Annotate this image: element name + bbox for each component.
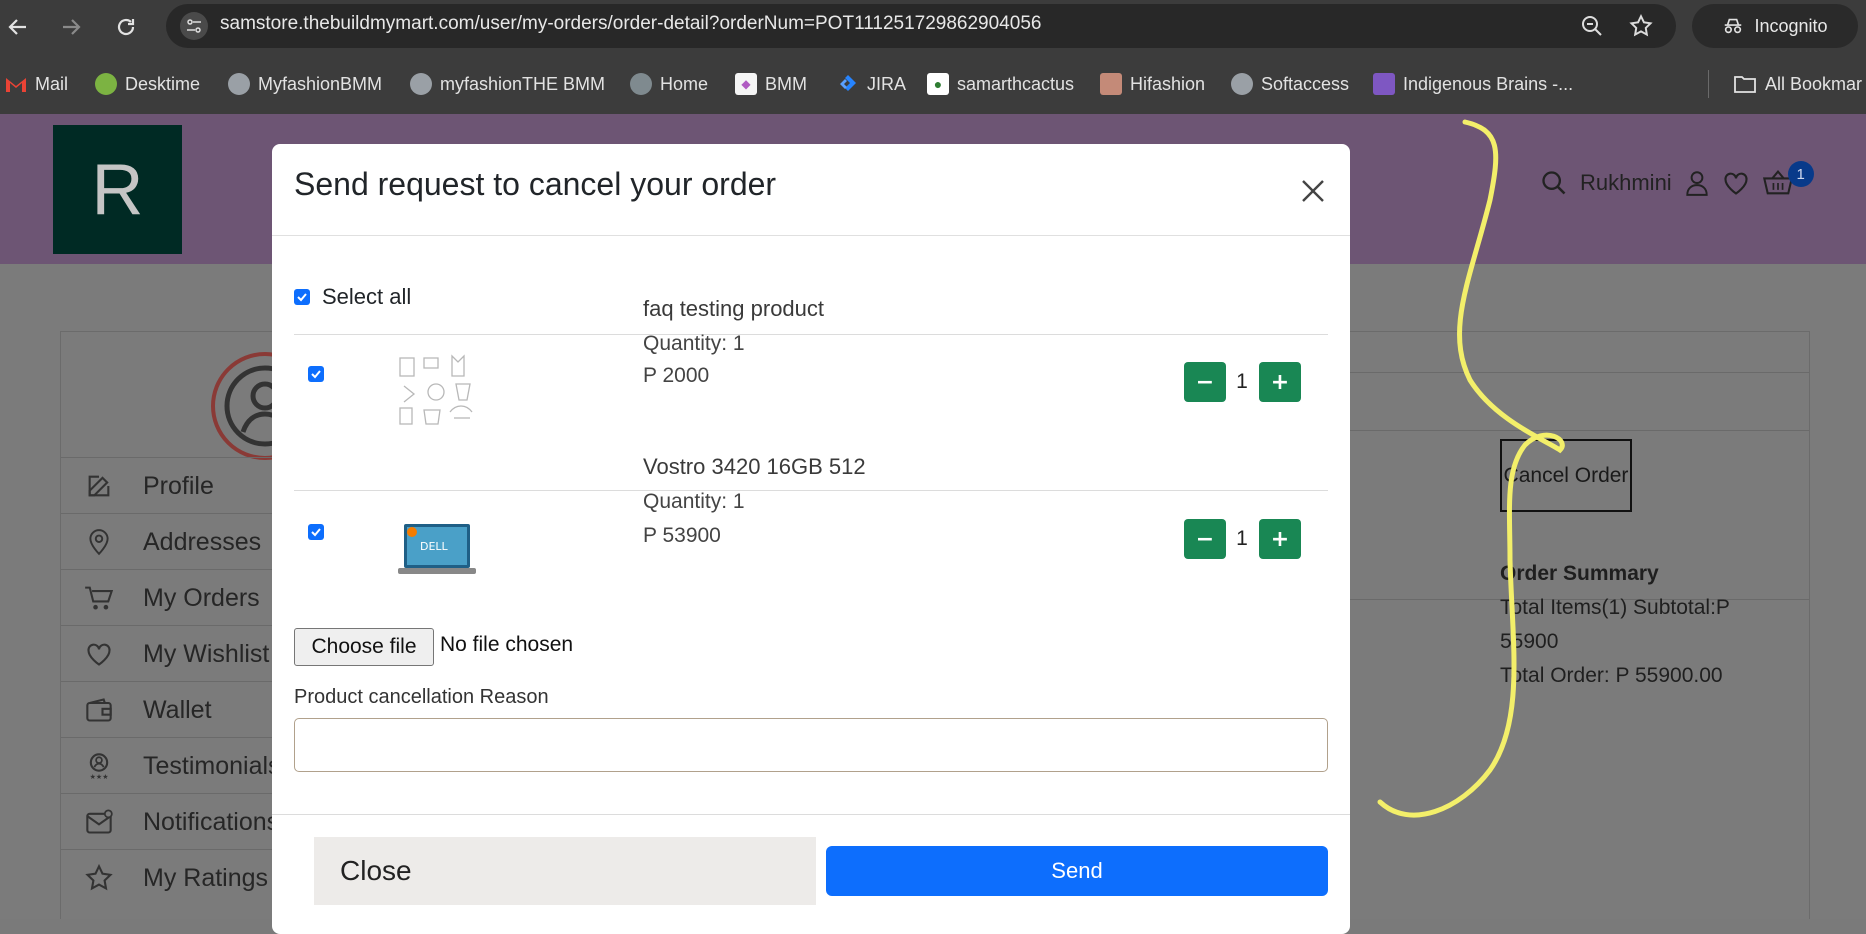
decrease-quantity-button[interactable]: − — [1184, 362, 1226, 402]
modal-footer-divider — [272, 814, 1350, 815]
product-checkbox[interactable] — [308, 366, 324, 382]
bookmarks-divider — [1708, 70, 1709, 98]
select-all-row[interactable]: Select all — [294, 284, 411, 310]
order-summary-title: Order Summary — [1500, 562, 1659, 585]
svg-text:★★★: ★★★ — [90, 773, 109, 780]
globe-icon — [630, 73, 652, 95]
indigenous-icon — [1373, 73, 1395, 95]
url-text[interactable]: samstore.thebuildmymart.com/user/my-orde… — [220, 13, 1041, 35]
bookmark-mail[interactable]: Mail — [5, 54, 68, 114]
send-button[interactable]: Send — [826, 846, 1328, 896]
globe-icon — [1231, 73, 1253, 95]
browser-toolbar: samstore.thebuildmymart.com/user/my-orde… — [0, 0, 1866, 54]
mail-icon — [79, 809, 119, 835]
cart-count-badge: 1 — [1787, 161, 1814, 187]
cart-icon — [79, 584, 119, 612]
bookmark-desktime[interactable]: Desktime — [95, 54, 200, 114]
bookmark-myfashionbmm[interactable]: MyfashionBMM — [228, 54, 382, 114]
choose-file-button[interactable]: Choose file — [294, 628, 434, 666]
select-all-label: Select all — [322, 284, 412, 309]
edit-icon — [79, 472, 119, 500]
cancellation-reason-input[interactable] — [294, 718, 1328, 772]
star-icon — [79, 864, 119, 892]
search-icon[interactable] — [1540, 169, 1568, 197]
reason-label: Product cancellation Reason — [294, 686, 549, 708]
product-name: faq testing product — [643, 296, 825, 321]
site-logo[interactable]: R — [53, 125, 182, 254]
quantity-value: 1 — [1236, 370, 1248, 393]
all-bookmarks[interactable]: All Bookmar — [1733, 54, 1862, 114]
file-status: No file chosen — [440, 633, 574, 656]
location-icon — [79, 528, 119, 556]
bookmark-myfashionthebmm[interactable]: myfashionTHE BMM — [410, 54, 605, 114]
jira-icon — [837, 73, 859, 95]
increase-quantity-button[interactable]: + — [1259, 519, 1301, 559]
bookmark-hifashion[interactable]: Hifashion — [1100, 54, 1205, 114]
wallet-icon — [79, 697, 119, 723]
bookmark-jira[interactable]: JIRA — [837, 54, 906, 114]
close-icon[interactable] — [1298, 176, 1328, 206]
decrease-quantity-button[interactable]: − — [1184, 519, 1226, 559]
order-summary: Order Summary Total Items(1) Subtotal:P … — [1500, 557, 1790, 693]
globe-icon — [228, 73, 250, 95]
zoom-icon[interactable] — [1580, 14, 1604, 38]
product-checkbox[interactable] — [308, 524, 324, 540]
bookmark-bmm[interactable]: ◆ BMM — [735, 54, 807, 114]
incognito-label: Incognito — [1754, 15, 1828, 36]
testimonial-icon: ★★★ — [79, 752, 119, 780]
increase-quantity-button[interactable]: + — [1259, 362, 1301, 402]
incognito-icon — [1722, 15, 1744, 37]
product-quantity: Quantity: 1 — [643, 332, 745, 355]
globe-icon — [410, 73, 432, 95]
order-summary-items: Total Items(1) Subtotal:P 55900 — [1500, 596, 1730, 653]
bmm-icon: ◆ — [735, 73, 757, 95]
bookmark-samarthcactus[interactable]: ● samarthcactus — [927, 54, 1074, 114]
wishlist-heart-icon[interactable] — [1722, 170, 1750, 196]
hifashion-icon — [1100, 73, 1122, 95]
gmail-icon — [5, 75, 27, 93]
folder-icon — [1733, 74, 1757, 94]
svg-text:DELL: DELL — [420, 540, 449, 553]
modal-title: Send request to cancel your order — [294, 166, 777, 202]
bookmark-star-icon[interactable] — [1628, 13, 1654, 39]
site-info-icon[interactable] — [180, 12, 208, 40]
product-price: P 53900 — [643, 524, 721, 547]
bookmark-home[interactable]: Home — [630, 54, 708, 114]
bookmark-softaccess[interactable]: Softaccess — [1231, 54, 1349, 114]
product-price: P 2000 — [643, 364, 710, 387]
divider — [294, 490, 1328, 491]
product-name: Vostro 3420 16GB 512 — [643, 454, 866, 479]
incognito-indicator[interactable]: Incognito — [1692, 4, 1858, 48]
user-icon[interactable] — [1684, 169, 1710, 197]
forward-icon[interactable] — [56, 12, 86, 42]
close-button[interactable]: Close — [314, 837, 816, 905]
divider — [294, 334, 1328, 335]
product-image-faq — [394, 352, 480, 432]
product-quantity: Quantity: 1 — [643, 490, 745, 513]
heart-icon — [79, 641, 119, 667]
cactus-icon: ● — [927, 73, 949, 95]
back-icon[interactable] — [3, 12, 33, 42]
product-image-laptop: DELL — [394, 520, 480, 580]
desktime-icon — [95, 73, 117, 95]
user-name[interactable]: Rukhmini — [1580, 170, 1672, 196]
reload-icon[interactable] — [111, 12, 141, 42]
quantity-value: 1 — [1236, 527, 1248, 550]
user-bar: Rukhmini 1 — [1540, 161, 1814, 197]
cancel-order-button[interactable]: Cancel Order — [1500, 439, 1632, 512]
select-all-checkbox[interactable] — [294, 289, 310, 305]
order-summary-total: Total Order: P 55900.00 — [1500, 664, 1723, 687]
bookmark-indigenous-brains[interactable]: Indigenous Brains -... — [1373, 54, 1573, 114]
bookmarks-bar: Mail Desktime MyfashionBMM myfashionTHE … — [0, 54, 1866, 114]
cancel-order-modal: Send request to cancel your order Select… — [272, 144, 1350, 934]
